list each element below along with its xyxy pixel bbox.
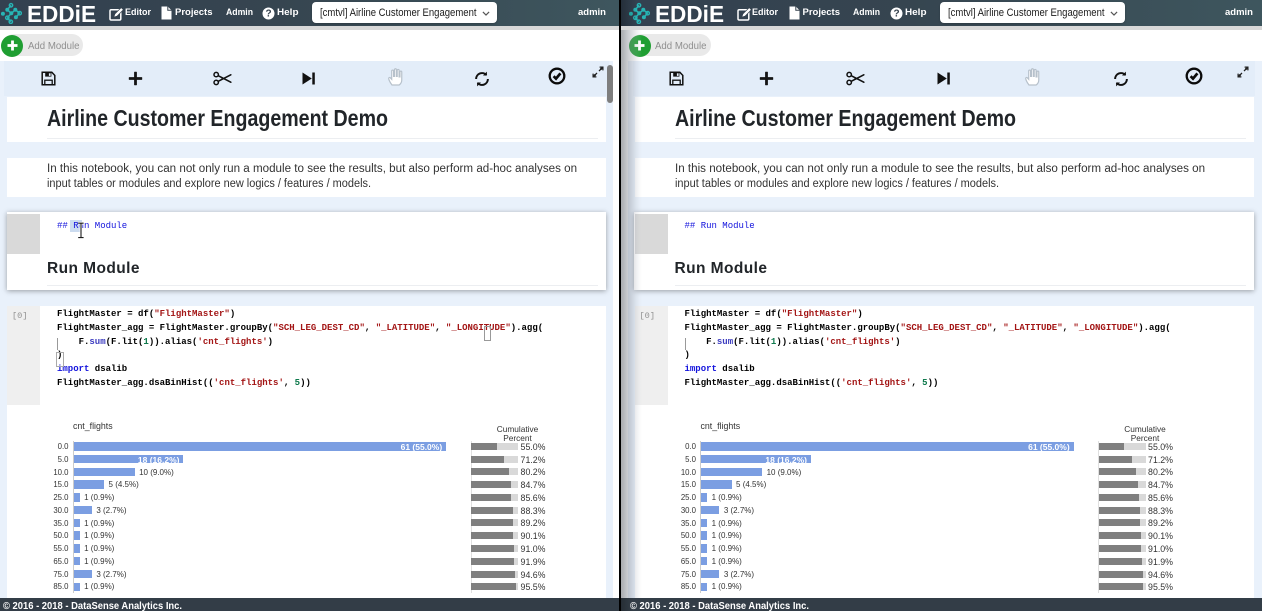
svg-text:?: ? (893, 8, 899, 19)
svg-text:?: ? (265, 8, 271, 19)
